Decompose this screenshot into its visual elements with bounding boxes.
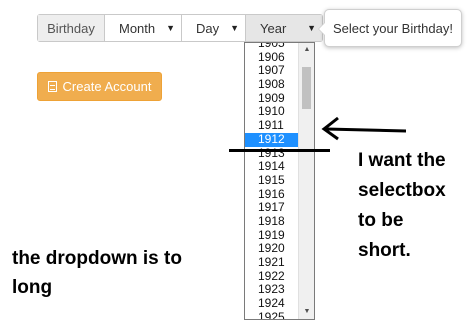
chevron-down-icon: ▼ xyxy=(230,23,239,33)
year-options: 1905 1906 1907 1908 1909 1910 1911 1912 1913 1914… xyxy=(245,43,299,319)
annotation-arrow-icon xyxy=(321,116,406,141)
year-option[interactable]: 1911 xyxy=(245,118,299,133)
year-option[interactable]: 1915 xyxy=(245,173,299,188)
year-option[interactable]: 1914 xyxy=(245,159,299,174)
day-select-value: Day xyxy=(196,20,220,36)
chevron-down-icon: ▼ xyxy=(307,23,316,33)
scroll-up-arrow-icon[interactable]: ▲ xyxy=(299,43,314,57)
create-account-label: Create Account xyxy=(62,79,152,94)
annotation-underline xyxy=(229,149,330,152)
year-option[interactable]: 1919 xyxy=(245,228,299,243)
year-option[interactable]: 1923 xyxy=(245,283,299,297)
year-option[interactable]: 1912 xyxy=(245,132,299,147)
create-account-button[interactable]: Create Account xyxy=(37,72,162,101)
year-dropdown-list[interactable]: 1905 1906 1907 1908 1909 1910 1911 1912 1913 1914… xyxy=(244,42,315,320)
birthday-tooltip: Select your Birthday! xyxy=(318,9,462,47)
day-select[interactable]: Day ▼ xyxy=(182,15,246,41)
year-option[interactable]: 1907 xyxy=(245,64,299,78)
year-option[interactable]: 1921 xyxy=(245,255,299,270)
year-option[interactable]: 1910 xyxy=(245,105,299,119)
year-option[interactable]: 1916 xyxy=(245,187,299,202)
annotation-left-text: the dropdown is to long xyxy=(12,248,182,298)
year-option[interactable]: 1920 xyxy=(245,242,299,256)
document-icon xyxy=(47,81,57,92)
dropdown-scrollbar[interactable]: ▲ ▼ xyxy=(298,43,314,319)
year-select-value: Year xyxy=(260,20,287,36)
tooltip-text: Select your Birthday! xyxy=(333,20,453,36)
annotation-right-text: I want the selectbox to be short. xyxy=(358,150,446,261)
birthday-input-group: Birthday Month ▼ Day ▼ Year ▼ xyxy=(37,14,323,42)
scrollbar-thumb[interactable] xyxy=(302,67,311,109)
month-select[interactable]: Month ▼ xyxy=(105,15,182,41)
year-select[interactable]: Year ▼ xyxy=(246,15,322,41)
year-option[interactable]: 1906 xyxy=(245,50,299,65)
year-option[interactable]: 1918 xyxy=(245,214,299,229)
month-select-value: Month xyxy=(119,20,156,36)
scroll-down-arrow-icon[interactable]: ▼ xyxy=(299,305,314,319)
year-option[interactable]: 1924 xyxy=(245,296,299,311)
year-option[interactable]: 1909 xyxy=(245,91,299,106)
year-option[interactable]: 1922 xyxy=(245,269,299,284)
year-option[interactable]: 1925 xyxy=(245,310,299,319)
year-option[interactable]: 1908 xyxy=(245,77,299,92)
year-option[interactable]: 1917 xyxy=(245,201,299,215)
chevron-down-icon: ▼ xyxy=(166,23,175,33)
birthday-label: Birthday xyxy=(38,15,105,41)
